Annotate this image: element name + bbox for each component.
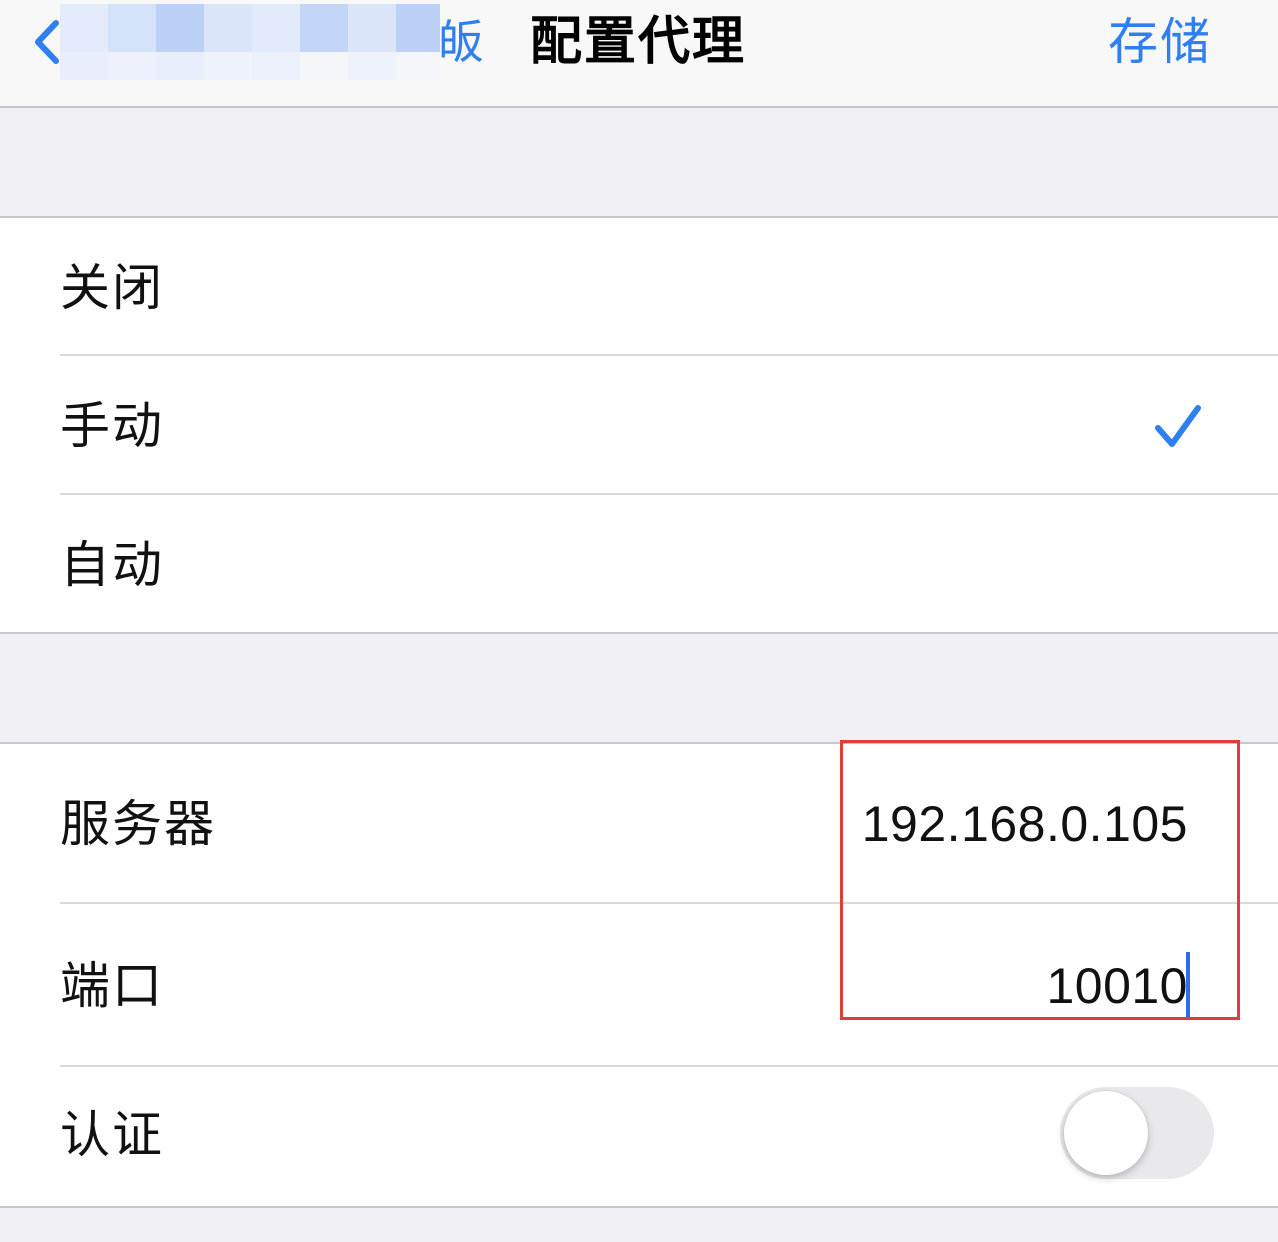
proxy-mode-group: 关闭 手动 自动	[0, 216, 1278, 634]
redacted-back-label	[60, 4, 440, 80]
proxy-mode-auto-row[interactable]: 自动	[0, 495, 1278, 632]
page-title: 配置代理	[530, 12, 747, 72]
proxy-mode-off-row[interactable]: 关闭	[0, 218, 1278, 356]
authentication-label: 认证	[60, 1106, 164, 1164]
highlight-annotation-box	[840, 740, 1240, 1020]
authentication-toggle[interactable]	[1060, 1087, 1214, 1179]
save-button[interactable]: 存储	[1108, 8, 1212, 76]
proxy-mode-manual-row[interactable]: 手动	[0, 356, 1278, 495]
proxy-mode-auto-label: 自动	[60, 536, 164, 594]
port-label: 端口	[60, 957, 164, 1015]
toggle-knob	[1064, 1091, 1148, 1175]
navigation-bar: 皈 配置代理 存储	[0, 0, 1278, 108]
proxy-mode-manual-label: 手动	[60, 397, 164, 455]
server-label: 服务器	[60, 795, 216, 853]
authentication-row: 认证	[0, 1067, 1278, 1206]
back-button-label[interactable]: 皈	[438, 10, 484, 74]
checkmark-icon	[1155, 405, 1201, 447]
proxy-mode-off-label: 关闭	[60, 259, 164, 317]
chevron-left-icon	[35, 20, 59, 64]
